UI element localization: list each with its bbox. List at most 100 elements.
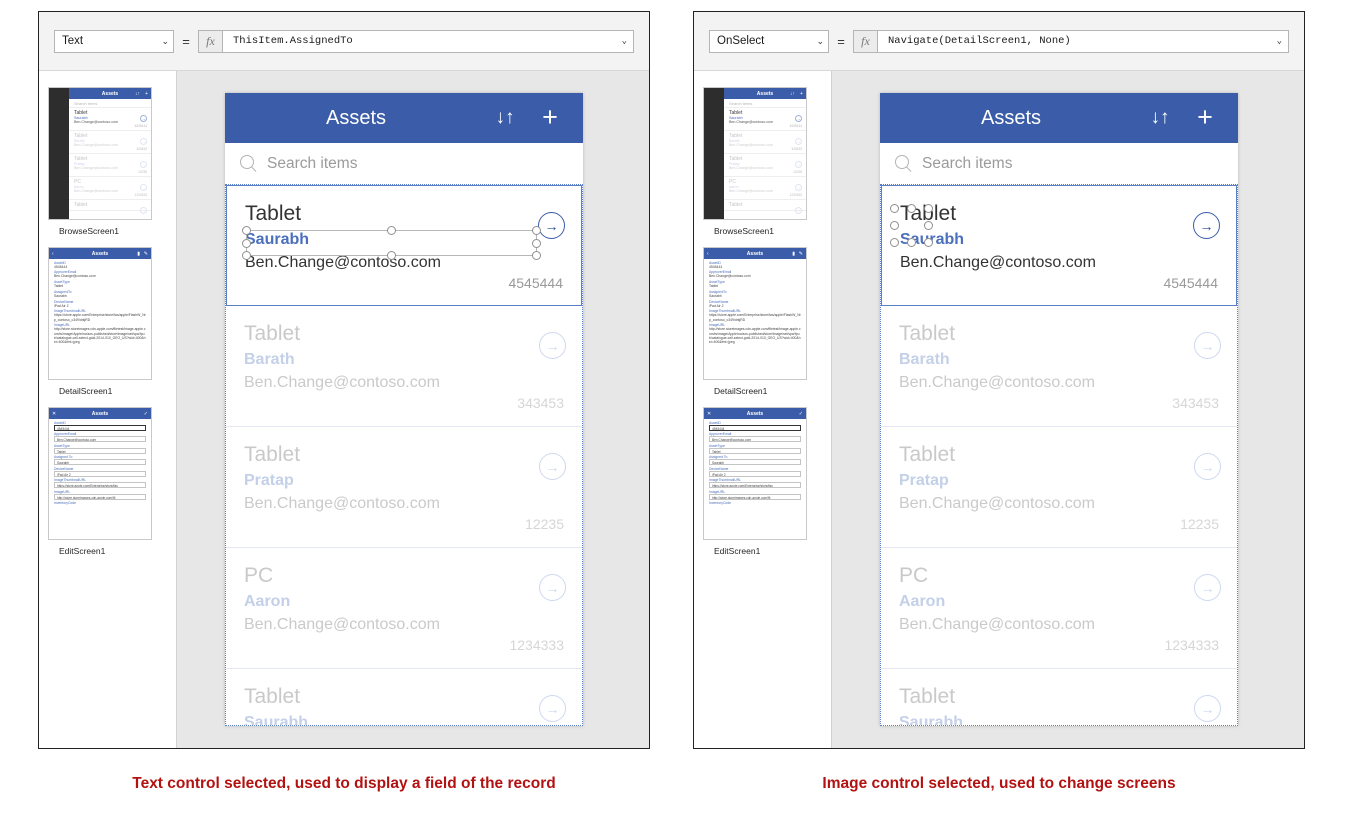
equals-sign: = [182, 33, 190, 49]
gallery-row[interactable]: PC Aaron Ben.Change@contoso.com 1234333 … [881, 548, 1237, 669]
thumbnail-browsescreen1[interactable]: ••• Assets ↓↑ + Search items Tablet Saur… [39, 87, 176, 236]
gallery-row[interactable]: Tablet Pratap Ben.Change@contoso.com 122… [226, 427, 582, 548]
add-icon[interactable]: + [1190, 102, 1220, 132]
row-assigned-to: Pratap [244, 471, 294, 489]
gallery-row[interactable]: Tablet Barath Ben.Change@contoso.com 343… [226, 306, 582, 427]
row-arrow-icon[interactable]: → [539, 695, 566, 722]
thumb-field: Assigned To Saurabh [704, 454, 806, 465]
thumb-add-icon: + [145, 90, 148, 97]
property-dropdown-right[interactable]: OnSelect ⌄ [709, 29, 829, 53]
row-arrow-icon[interactable]: → [1194, 574, 1221, 601]
thumb-row-num: 1234333 [134, 193, 147, 197]
search-placeholder: Search items [922, 154, 1013, 172]
row-title: Tablet [244, 443, 301, 466]
thumb-row-num: 12235 [138, 170, 147, 174]
gallery-row[interactable]: PC Aaron Ben.Change@contoso.com 1234333 … [226, 548, 582, 669]
row-title: Tablet [899, 685, 956, 708]
row-assigned-to[interactable]: Saurabh [245, 231, 563, 249]
sort-icon[interactable]: ↓↑ [492, 105, 518, 131]
row-title: Tablet [899, 443, 956, 466]
thumb-trash-icon: ▮ [137, 250, 140, 257]
thumbnail-browsescreen1[interactable]: ••• Assets ↓↑ + Search items Tablet Saur… [694, 87, 831, 236]
row-email: Ben.Change@contoso.com [245, 253, 441, 271]
row-arrow-icon[interactable]: → [538, 212, 565, 239]
thumb-field: Assigned To Saurabh [49, 454, 151, 465]
row-assigned-to: Aaron [244, 592, 291, 610]
thumb-close-icon: ✕ [52, 410, 57, 417]
thumb-field: ImageThumbnailURL https://store.apple.co… [704, 477, 806, 488]
formula-input-left[interactable]: ThisItem.AssignedTo ⌄ [222, 29, 634, 53]
thumb-row-num: 12235 [793, 170, 802, 174]
thumbnail-image[interactable]: ••• ‹ Assets ▮ ✎ AssetID 4545444 [703, 247, 807, 380]
thumb-search: Search items [724, 99, 806, 108]
gallery-row-selected[interactable]: Tablet Saurabh Ben.Change@contoso.com 45… [881, 185, 1237, 306]
thumbnail-content: ‹ Assets ▮ ✎ AssetID 4545444 ApproverEma… [49, 248, 151, 379]
row-arrow-icon[interactable]: → [539, 453, 566, 480]
row-assigned-to: Saurabh [899, 713, 964, 726]
gallery-row[interactable]: Tablet Saurabh → [881, 669, 1237, 726]
gallery-row-selected[interactable]: Tablet Saurabh Ben.Change@contoso.com 45… [226, 185, 582, 306]
thumb-field-value: https://store.apple.com/Enterprise/store… [54, 313, 146, 322]
row-arrow-icon[interactable]: → [1194, 453, 1221, 480]
thumbnail-detailscreen1[interactable]: ••• ‹ Assets ▮ ✎ AssetID 4545444 [694, 247, 831, 396]
row-arrow-icon[interactable]: → [1194, 332, 1221, 359]
thumb-field: ApproverEmail Ben.Change@contoso.com [704, 431, 806, 442]
gallery-control[interactable]: Tablet Saurabh Ben.Change@contoso.com 45… [225, 184, 583, 726]
thumbnail-image[interactable]: ••• ‹ Assets ▮ ✎ AssetID 4545444 [48, 247, 152, 380]
ellipsis-icon[interactable]: ••• [48, 97, 49, 103]
row-arrow-icon[interactable]: → [1193, 212, 1220, 239]
formula-expand-chevron-icon[interactable]: ⌄ [622, 36, 627, 46]
thumb-row: Tablet → [69, 200, 151, 214]
resize-handle-nw[interactable] [890, 204, 899, 213]
thumb-search: Search items [69, 99, 151, 108]
thumb-app-title: Assets [91, 250, 109, 257]
thumbnail-detailscreen1[interactable]: ••• ‹ Assets ▮ ✎ AssetID 4545444 [39, 247, 176, 396]
thumb-arrow-icon: → [795, 207, 802, 214]
thumbnail-content: ‹ Assets ▮ ✎ AssetID 4545444 ApproverEma… [704, 248, 806, 379]
thumbnail-editscreen1[interactable]: ••• ✕ Assets ✓ AssetID 4545444 ApproverE [39, 407, 176, 556]
gallery-row[interactable]: Tablet Saurabh → [226, 669, 582, 726]
formula-expand-chevron-icon[interactable]: ⌄ [1277, 36, 1282, 46]
thumb-field: ImageURL http://store.storeimages.cdn-ap… [49, 488, 151, 500]
resize-handle-w[interactable] [890, 221, 899, 230]
thumb-field: AssignedTo Saurabh [49, 288, 151, 298]
thumb-field: AssetID 4545444 [704, 419, 806, 431]
ellipsis-icon[interactable]: ••• [703, 97, 704, 103]
thumb-app-title: Assets [746, 250, 764, 257]
row-email: Ben.Change@contoso.com [899, 373, 1095, 391]
row-assigned-to[interactable]: Saurabh [900, 231, 1218, 249]
thumb-field: InventoryCode [49, 500, 151, 505]
row-assigned-to: Saurabh [244, 713, 309, 726]
search-placeholder: Search items [267, 154, 358, 172]
row-arrow-icon[interactable]: → [539, 332, 566, 359]
thumbnail-editscreen1[interactable]: ••• ✕ Assets ✓ AssetID 4545444 ApproverE [694, 407, 831, 556]
search-bar[interactable]: Search items [225, 143, 583, 184]
formula-input-right[interactable]: Navigate(DetailScreen1, None) ⌄ [877, 29, 1289, 53]
sort-icon[interactable]: ↓↑ [1147, 105, 1173, 131]
row-arrow-icon[interactable]: → [1194, 695, 1221, 722]
gallery-row[interactable]: Tablet Barath Ben.Change@contoso.com 343… [881, 306, 1237, 427]
thumbnail-dark-strip [704, 88, 724, 219]
thumb-row: Tablet Pratap Ben.Change@contoso.com 122… [724, 154, 806, 177]
thumbnail-label: BrowseScreen1 [59, 226, 120, 236]
thumb-field-label: InventoryCode [709, 501, 732, 505]
gallery-control[interactable]: Tablet Saurabh Ben.Change@contoso.com 45… [880, 184, 1238, 726]
app-header: Assets ↓↑ + [225, 93, 583, 143]
gallery-row[interactable]: Tablet Pratap Ben.Change@contoso.com 122… [881, 427, 1237, 548]
thumbnail-image[interactable]: ••• Assets ↓↑ + Search items Tablet Saur… [703, 87, 807, 220]
thumb-close-icon: ✕ [707, 410, 712, 417]
thumb-row-num: 343453 [791, 147, 802, 151]
add-icon[interactable]: + [535, 102, 565, 132]
resize-handle-sw[interactable] [890, 238, 899, 247]
row-assigned-to: Pratap [899, 471, 949, 489]
thumb-arrow-icon: → [140, 138, 147, 145]
thumbnail-image[interactable]: ••• ✕ Assets ✓ AssetID 4545444 ApproverE [48, 407, 152, 540]
thumb-arrow-icon: → [795, 115, 802, 122]
property-dropdown-left[interactable]: Text ⌄ [54, 29, 174, 53]
search-icon [894, 154, 913, 173]
search-bar[interactable]: Search items [880, 143, 1238, 184]
thumbnail-image[interactable]: ••• ✕ Assets ✓ AssetID 4545444 ApproverE [703, 407, 807, 540]
row-title: PC [244, 564, 274, 587]
row-arrow-icon[interactable]: → [539, 574, 566, 601]
thumbnail-image[interactable]: ••• Assets ↓↑ + Search items Tablet Saur… [48, 87, 152, 220]
